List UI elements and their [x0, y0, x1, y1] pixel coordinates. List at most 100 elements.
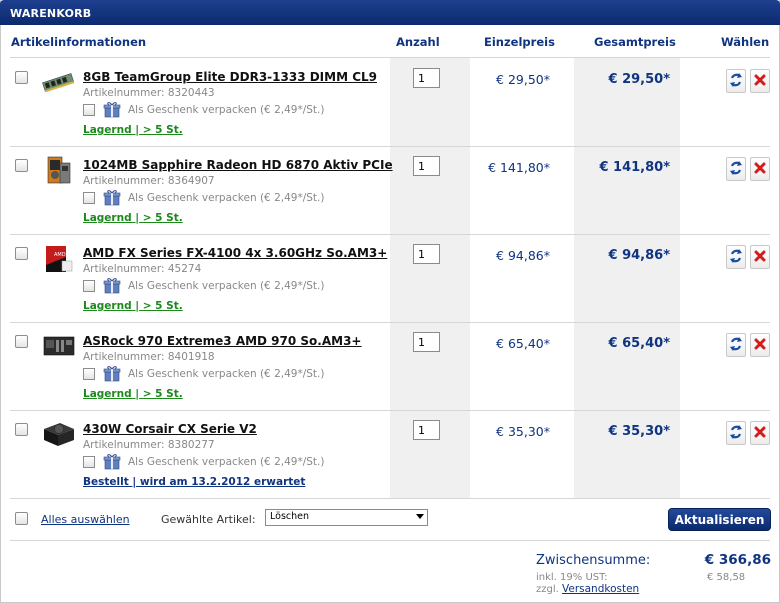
gift-icon [103, 101, 121, 118]
update-button[interactable]: Aktualisieren [668, 508, 771, 531]
selected-items-label: Gewählte Artikel: [161, 513, 256, 526]
gift-wrap-checkbox[interactable] [83, 104, 95, 116]
delete-item-button[interactable] [750, 157, 770, 181]
header-total-price: Gesamtpreis [594, 35, 676, 49]
gift-wrap-label: Als Geschenk verpacken (€ 2,49*/St.) [128, 456, 325, 468]
row-divider [10, 410, 770, 411]
bulk-action-value: Löschen [270, 511, 309, 522]
unit-price: € 141,80* [488, 160, 550, 175]
gift-wrap-label: Als Geschenk verpacken (€ 2,49*/St.) [128, 192, 325, 204]
row-divider [10, 146, 770, 147]
gift-icon [103, 365, 121, 382]
item-select-checkbox[interactable] [15, 247, 28, 260]
unit-price: € 65,40* [496, 336, 550, 351]
cart-title: WARENKORB [0, 0, 780, 25]
product-name-link[interactable]: 8GB TeamGroup Elite DDR3-1333 DIMM CL9 [83, 70, 377, 84]
select-all-checkbox[interactable] [15, 512, 28, 525]
delete-icon [754, 162, 766, 177]
quantity-input[interactable] [413, 332, 440, 352]
gift-icon [103, 453, 121, 470]
total-price: € 94,86* [608, 248, 671, 263]
header-choose: Wählen [721, 35, 770, 49]
gift-icon [103, 277, 121, 294]
header-divider [10, 57, 770, 58]
update-item-button[interactable] [726, 333, 746, 357]
delete-item-button[interactable] [750, 333, 770, 357]
delete-item-button[interactable] [750, 245, 770, 269]
items-divider [10, 498, 770, 499]
delete-icon [754, 74, 766, 89]
dropdown-arrow-icon [416, 514, 424, 519]
summary-divider [10, 540, 770, 541]
gift-wrap-checkbox[interactable] [83, 192, 95, 204]
article-number: Artikelnummer: 8380277 [83, 439, 215, 451]
quantity-input[interactable] [413, 244, 440, 264]
total-price: € 65,40* [608, 336, 671, 351]
quantity-input[interactable] [413, 156, 440, 176]
availability-link[interactable]: Lagernd | > 5 St. [83, 388, 183, 400]
unit-price: € 35,30* [496, 424, 550, 439]
delete-item-button[interactable] [750, 421, 770, 445]
article-number: Artikelnummer: 45274 [83, 263, 202, 275]
delete-icon [754, 338, 766, 353]
motherboard-icon[interactable] [40, 331, 76, 361]
update-item-button[interactable] [726, 157, 746, 181]
update-item-button[interactable] [726, 421, 746, 445]
subtotal-value: € 366,86 [704, 552, 771, 568]
quantity-input[interactable] [413, 68, 440, 88]
subtotal-label: Zwischensumme: [536, 553, 651, 568]
select-all-link[interactable]: Alles auswählen [41, 513, 130, 526]
delete-icon [754, 426, 766, 441]
gift-wrap-label: Als Geschenk verpacken (€ 2,49*/St.) [128, 104, 325, 116]
vat-label: inkl. 19% UST: [536, 572, 608, 583]
gift-wrap-label: Als Geschenk verpacken (€ 2,49*/St.) [128, 368, 325, 380]
item-select-checkbox[interactable] [15, 159, 28, 172]
shipping-costs-link[interactable]: Versandkosten [562, 583, 639, 595]
header-unit-price: Einzelpreis [484, 35, 555, 49]
shipping-prefix: zzgl. [536, 584, 559, 595]
cpu-box-icon[interactable]: AMD [40, 243, 76, 273]
vat-value: € 58,58 [707, 572, 746, 583]
product-name-link[interactable]: AMD FX Series FX-4100 4x 3.60GHz So.AM3+ [83, 246, 387, 260]
article-number: Artikelnummer: 8401918 [83, 351, 215, 363]
product-name-link[interactable]: 430W Corsair CX Serie V2 [83, 422, 257, 436]
graphics-card-icon[interactable] [40, 155, 76, 185]
availability-link[interactable]: Lagernd | > 5 St. [83, 300, 183, 312]
update-item-button[interactable] [726, 245, 746, 269]
item-select-checkbox[interactable] [15, 423, 28, 436]
update-item-button[interactable] [726, 69, 746, 93]
gift-wrap-checkbox[interactable] [83, 456, 95, 468]
ram-module-icon[interactable] [40, 67, 76, 97]
availability-link[interactable]: Bestellt | wird am 13.2.2012 erwartet [83, 476, 305, 488]
total-price: € 29,50* [608, 72, 671, 87]
header-article: Artikelinformationen [11, 35, 147, 49]
bulk-action-select[interactable]: Löschen [265, 509, 428, 526]
product-name-link[interactable]: ASRock 970 Extreme3 AMD 970 So.AM3+ [83, 334, 361, 348]
unit-price: € 29,50* [496, 72, 550, 87]
refresh-icon [729, 160, 743, 179]
power-supply-icon[interactable] [40, 419, 76, 449]
availability-link[interactable]: Lagernd | > 5 St. [83, 212, 183, 224]
availability-link[interactable]: Lagernd | > 5 St. [83, 124, 183, 136]
quantity-input[interactable] [413, 420, 440, 440]
delete-item-button[interactable] [750, 69, 770, 93]
gift-wrap-checkbox[interactable] [83, 280, 95, 292]
row-divider [10, 234, 770, 235]
header-qty: Anzahl [396, 35, 440, 49]
delete-icon [754, 250, 766, 265]
svg-text:AMD: AMD [54, 252, 66, 258]
article-number: Artikelnummer: 8320443 [83, 87, 215, 99]
total-price: € 35,30* [608, 424, 671, 439]
item-select-checkbox[interactable] [15, 335, 28, 348]
refresh-icon [729, 248, 743, 267]
article-number: Artikelnummer: 8364907 [83, 175, 215, 187]
item-select-checkbox[interactable] [15, 71, 28, 84]
total-price: € 141,80* [599, 160, 670, 175]
refresh-icon [729, 424, 743, 443]
gift-wrap-checkbox[interactable] [83, 368, 95, 380]
row-divider [10, 322, 770, 323]
unit-price: € 94,86* [496, 248, 550, 263]
refresh-icon [729, 72, 743, 91]
gift-icon [103, 189, 121, 206]
product-name-link[interactable]: 1024MB Sapphire Radeon HD 6870 Aktiv PCI… [83, 158, 393, 172]
